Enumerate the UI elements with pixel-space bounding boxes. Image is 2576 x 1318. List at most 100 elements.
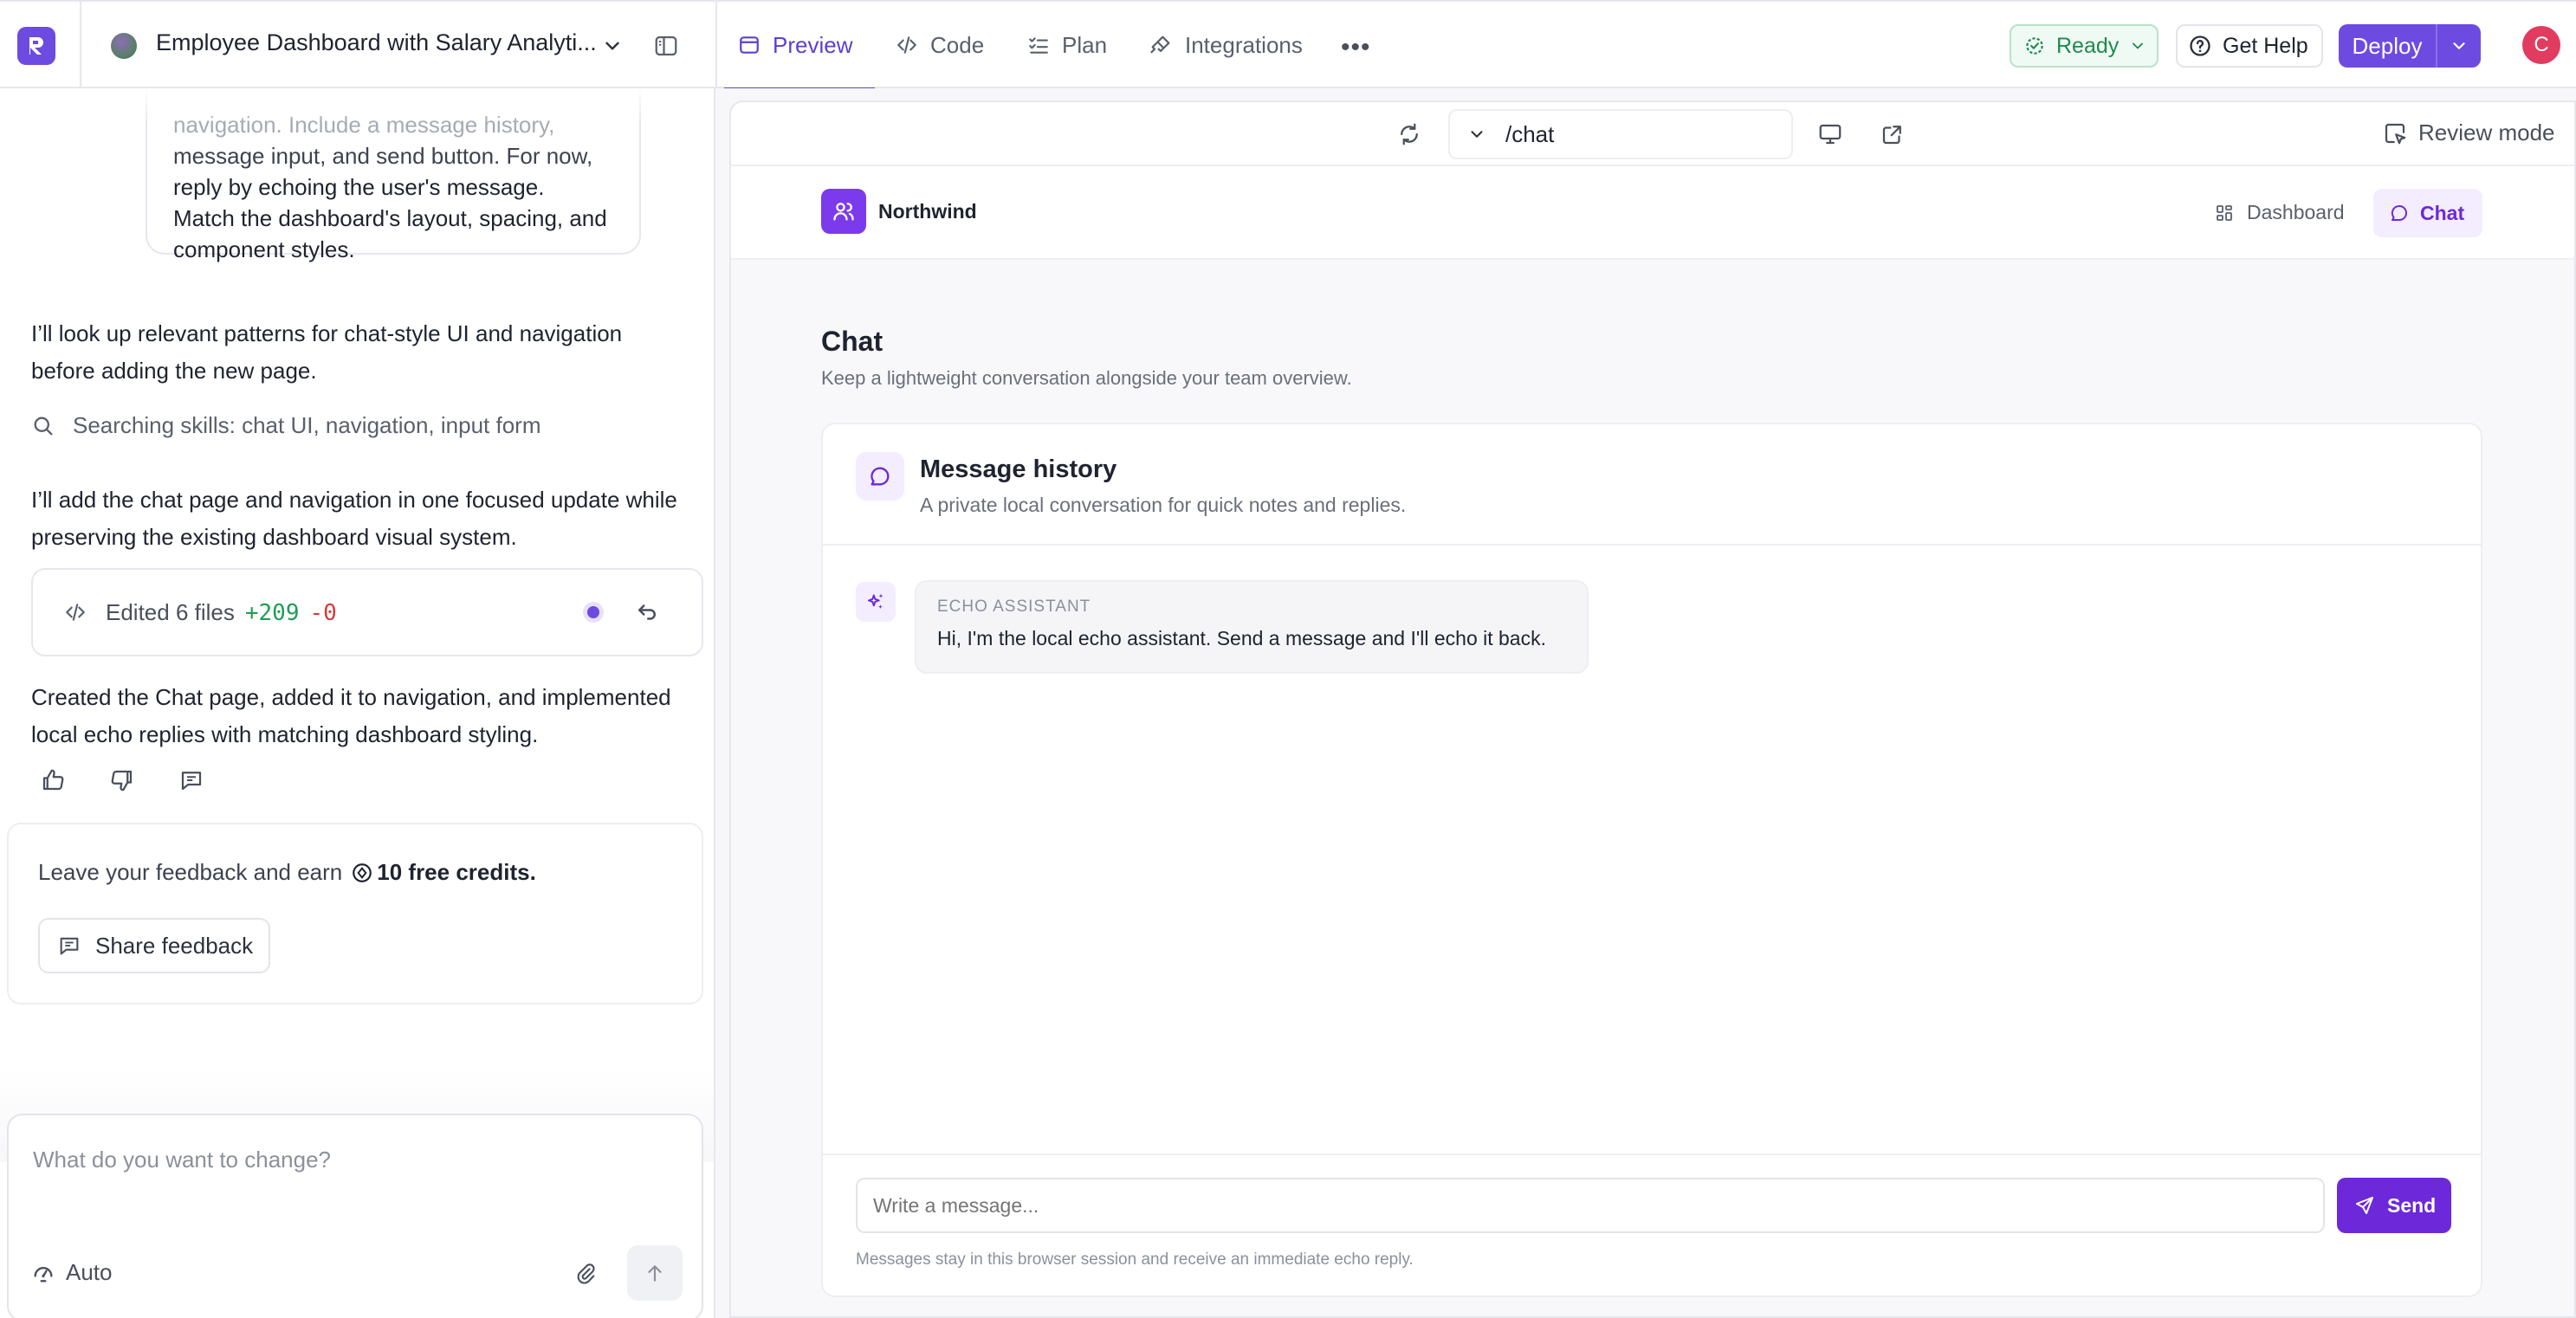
paperclip-icon[interactable] xyxy=(573,1261,598,1285)
arrow-up-icon xyxy=(644,1262,666,1284)
lines-removed: -0 xyxy=(309,599,337,626)
tab-label: Code xyxy=(930,31,985,58)
search-icon xyxy=(31,414,55,438)
prompt-composer[interactable]: What do you want to change? Auto xyxy=(7,1114,703,1318)
share-feedback-button[interactable]: Share feedback xyxy=(38,918,270,973)
lines-added: +209 xyxy=(244,599,300,626)
chat-card: Message history A private local conversa… xyxy=(821,423,2482,1297)
app-header: Northwind Dashboard Chat xyxy=(731,166,2574,260)
top-bar: Employee Dashboard with Salary Analyti..… xyxy=(0,0,2576,90)
mode-selector[interactable]: Auto xyxy=(31,1259,113,1286)
chevron-down-icon xyxy=(2129,37,2146,55)
project-title[interactable]: Employee Dashboard with Salary Analyti..… xyxy=(156,29,597,56)
chevron-down-icon[interactable] xyxy=(601,35,624,57)
brand[interactable]: Northwind xyxy=(821,189,977,234)
assistant-message: Created the Chat page, added it to navig… xyxy=(31,684,671,747)
tab-label: Plan xyxy=(1062,31,1108,58)
thumbs-up-icon[interactable] xyxy=(40,767,66,793)
chevron-down-icon[interactable] xyxy=(2437,36,2481,55)
chat-card-footer: Send Messages stay in this browser sessi… xyxy=(823,1153,2481,1295)
route-selector[interactable]: /chat xyxy=(1448,109,1793,159)
gear-check-icon xyxy=(2023,35,2046,57)
deploy-label: Deploy xyxy=(2352,32,2423,59)
nav-item-chat[interactable]: Chat xyxy=(2373,189,2482,237)
tab-plan[interactable]: Plan xyxy=(1027,2,1107,88)
users-icon xyxy=(821,189,866,234)
preview-frame: /chat Review mode Northwind Dashboard Ch… xyxy=(729,100,2576,1318)
tab-label: Preview xyxy=(773,31,853,58)
browser-icon xyxy=(738,34,761,56)
edited-files-card[interactable]: Edited 6 files +209 -0 xyxy=(31,568,703,656)
mode-label: Auto xyxy=(66,1259,113,1285)
send-icon xyxy=(2354,1195,2375,1216)
assistant-text: Hi, I'm the local echo assistant. Send a… xyxy=(937,627,1546,649)
cursor-select-icon xyxy=(2382,120,2408,146)
app-logo[interactable] xyxy=(17,27,55,65)
chat-panel: navigation. Include a message history, m… xyxy=(0,88,715,1318)
comment-icon xyxy=(57,934,81,958)
feedback-credits: 10 free credits. xyxy=(377,859,536,885)
page-title: Chat xyxy=(821,326,883,357)
nav-label: Dashboard xyxy=(2247,201,2345,223)
user-message-line: component styles. xyxy=(173,236,355,262)
tab-code[interactable]: Code xyxy=(896,2,984,88)
share-feedback-label: Share feedback xyxy=(95,932,254,959)
deploy-button[interactable]: Deploy xyxy=(2339,24,2481,68)
card-subtitle: A private local conversation for quick n… xyxy=(920,494,1407,516)
footnote: Messages stay in this browser session an… xyxy=(856,1250,1414,1269)
card-title: Message history xyxy=(920,455,1117,483)
plug-icon xyxy=(1149,33,1173,57)
refresh-icon[interactable] xyxy=(1396,121,1422,147)
user-message-line: reply by echoing the user's message. xyxy=(173,174,545,200)
sparkles-icon xyxy=(856,582,896,622)
monitor-icon[interactable] xyxy=(1817,121,1843,147)
assistant-bubble: ECHO ASSISTANT Hi, I'm the local echo as… xyxy=(915,580,1589,674)
preview-panel: /chat Review mode Northwind Dashboard Ch… xyxy=(715,88,2576,1318)
topbar-divider xyxy=(80,2,81,88)
help-circle-icon xyxy=(2188,34,2212,58)
assistant-label: ECHO ASSISTANT xyxy=(937,598,1091,616)
external-link-icon[interactable] xyxy=(1880,121,1906,147)
review-mode-label: Review mode xyxy=(2418,120,2555,145)
help-label: Get Help xyxy=(2223,33,2308,58)
message-input[interactable] xyxy=(856,1178,2325,1233)
chat-bubble-icon xyxy=(2389,203,2410,223)
credits-icon xyxy=(351,862,373,884)
more-icon[interactable]: ••• xyxy=(1341,33,1371,62)
code-icon xyxy=(64,601,87,623)
nav-item-dashboard[interactable]: Dashboard xyxy=(2214,201,2345,224)
chevron-down-icon xyxy=(1467,125,1486,144)
status-label: Ready xyxy=(2056,33,2120,58)
avatar[interactable]: C xyxy=(2522,26,2560,64)
code-icon xyxy=(896,34,918,56)
preview-url-bar: /chat Review mode xyxy=(731,102,2574,166)
user-message-line: Match the dashboard's layout, spacing, a… xyxy=(173,205,607,231)
search-status: Searching skills: chat UI, navigation, i… xyxy=(31,412,540,439)
tab-integrations[interactable]: Integrations xyxy=(1149,2,1303,88)
panel-toggle-icon[interactable] xyxy=(653,33,679,59)
nav-label: Chat xyxy=(2420,201,2465,224)
review-mode-button[interactable]: Review mode xyxy=(2382,120,2555,146)
project-icon xyxy=(111,33,137,59)
undo-icon[interactable] xyxy=(634,599,660,625)
chat-bubble-icon xyxy=(856,452,904,501)
thumbs-down-icon[interactable] xyxy=(109,767,135,793)
auto-mode-icon xyxy=(31,1261,55,1285)
feedback-prompt-text: Leave your feedback and earn xyxy=(38,859,343,885)
edited-files-label: Edited 6 files xyxy=(106,598,235,625)
send-button[interactable]: Send xyxy=(2337,1178,2451,1233)
topbar-divider xyxy=(715,2,717,88)
checklist-icon xyxy=(1027,34,1050,56)
grid-icon xyxy=(2214,203,2235,223)
assistant-message: I’ll add the chat page and navigation in… xyxy=(31,487,677,550)
prompt-input[interactable]: What do you want to change? xyxy=(33,1147,331,1173)
user-message-line: message input, and send button. For now, xyxy=(173,143,593,169)
tab-preview[interactable]: Preview xyxy=(723,2,877,90)
scroll-fade xyxy=(0,88,714,123)
submit-prompt-button[interactable] xyxy=(627,1245,683,1301)
get-help-button[interactable]: Get Help xyxy=(2176,24,2323,68)
status-dot xyxy=(587,606,599,618)
status-button[interactable]: Ready xyxy=(2010,24,2159,68)
comment-icon[interactable] xyxy=(178,767,204,793)
send-label: Send xyxy=(2387,1193,2437,1217)
